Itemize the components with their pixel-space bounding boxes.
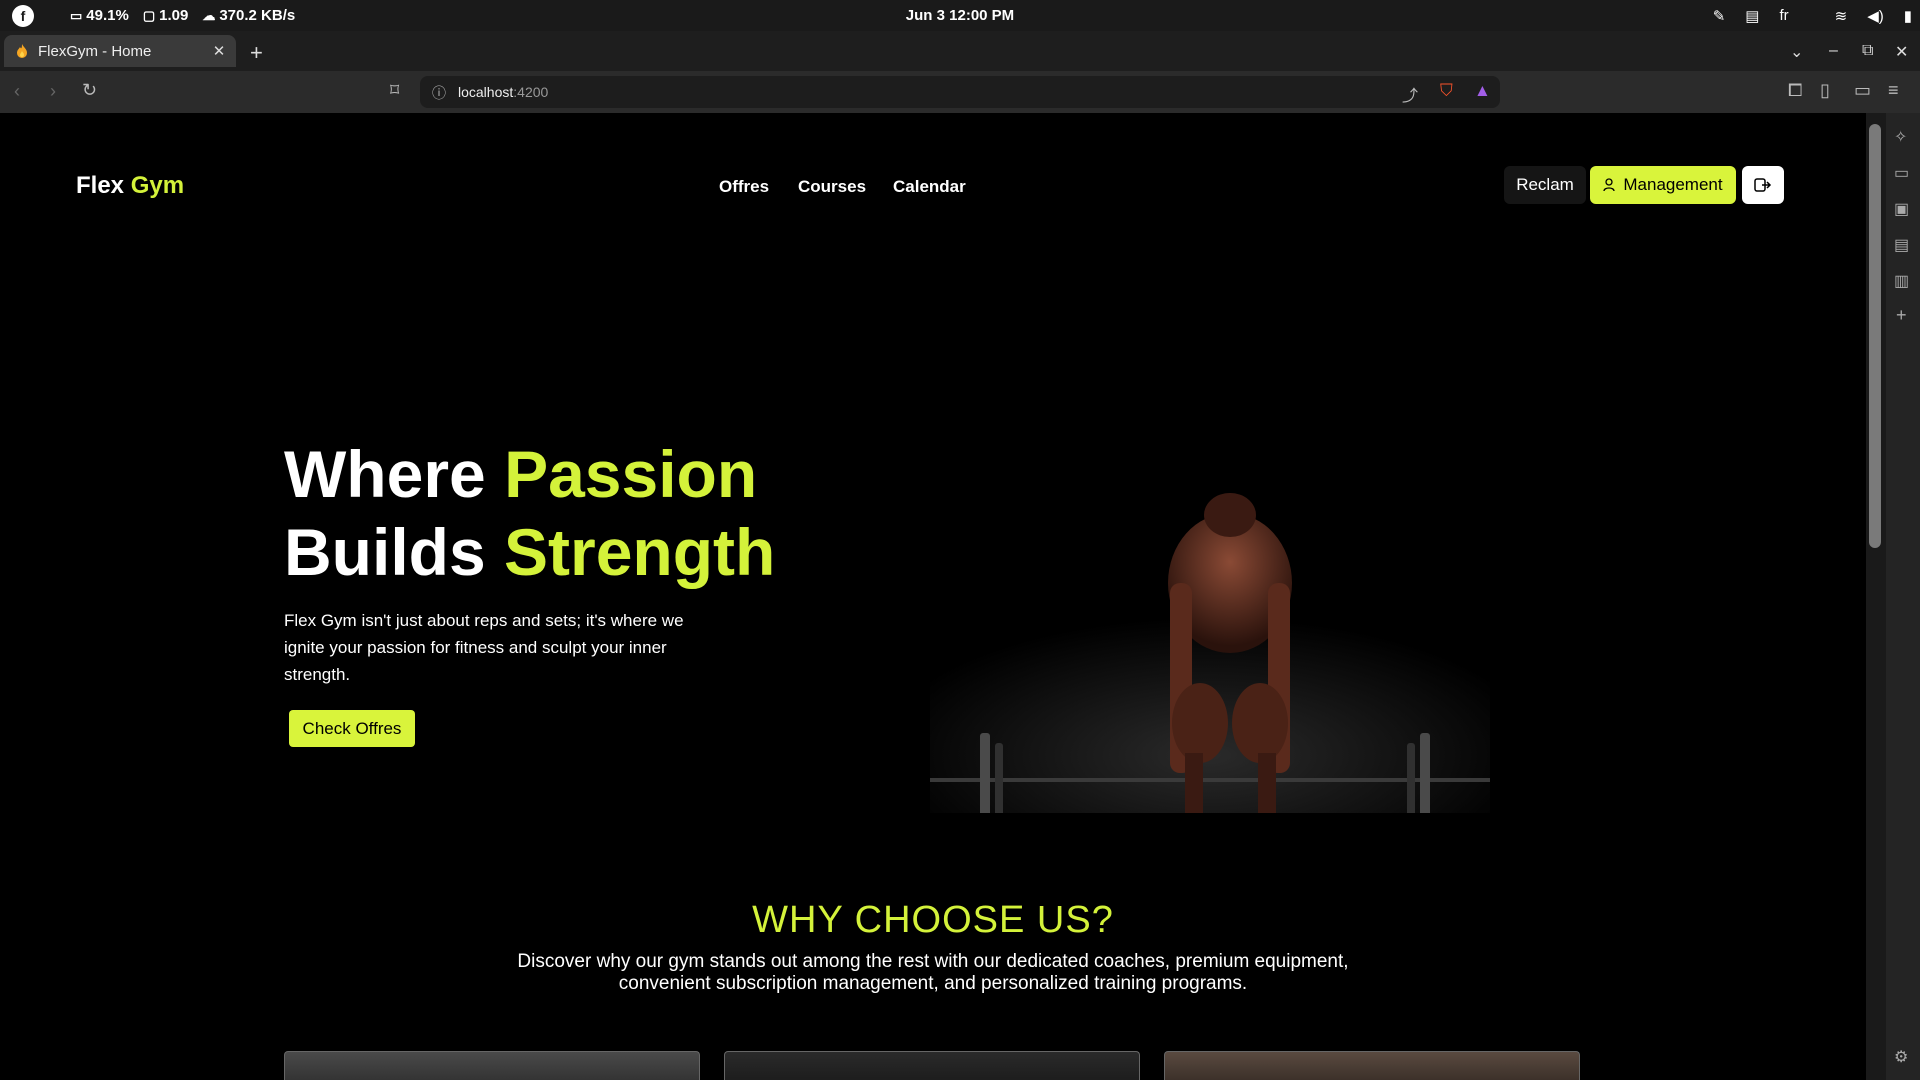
network-value: 370.2 KB/s: [219, 7, 296, 24]
bookmark-icon[interactable]: ⌑: [390, 80, 399, 101]
clipboard-icon[interactable]: ▤: [1745, 7, 1759, 25]
battery-icon: ▭: [70, 7, 83, 23]
address-bar[interactable]: ⓘ localhost:4200 ⤴ ⛉ ▲: [420, 76, 1500, 108]
url-host: localhost: [458, 84, 514, 100]
settings-gear-icon[interactable]: ⚙: [1894, 1047, 1908, 1067]
hero-word-builds: Builds: [284, 515, 486, 589]
wallet-icon[interactable]: ▭: [1854, 80, 1871, 101]
browser-tab[interactable]: FlexGym - Home ✕: [4, 35, 236, 67]
flame-icon: [17, 44, 27, 58]
back-icon[interactable]: ‹: [14, 81, 20, 102]
brave-shield-icon[interactable]: ⛉: [1440, 81, 1453, 101]
nav-offres[interactable]: Offres: [719, 177, 769, 197]
menu-icon[interactable]: ≡: [1888, 80, 1899, 101]
feature-card-equipment[interactable]: [724, 1051, 1140, 1080]
new-tab-button[interactable]: +: [250, 40, 263, 66]
hero-title: Where Passion Builds Strength: [284, 435, 775, 591]
brave-rewards-icon[interactable]: ▲: [1474, 81, 1491, 101]
nav-calendar[interactable]: Calendar: [893, 177, 966, 197]
battery-stat: ▭ 49.1%: [70, 7, 129, 24]
hero-word-strength: Strength: [504, 515, 776, 589]
bookmarks-panel-icon[interactable]: ▤: [1894, 235, 1909, 255]
cloud-icon: ☁: [202, 7, 216, 23]
logo-text-gym: Gym: [130, 172, 185, 199]
monitor-icon: ▢: [142, 7, 156, 23]
tab-strip: FlexGym - Home ✕: [0, 31, 1920, 71]
load-stat: ▢ 1.09: [143, 7, 189, 24]
hero-description: Flex Gym isn't just about reps and sets;…: [284, 611, 684, 684]
web-page: Flex Gym Offres Courses Calendar Reclam …: [0, 113, 1866, 1080]
share-icon[interactable]: ⤴: [1402, 82, 1418, 106]
tab-list-icon[interactable]: ⌄: [1790, 42, 1803, 62]
load-value: 1.09: [159, 7, 189, 24]
reading-list-icon[interactable]: ▥: [1894, 271, 1909, 291]
battery-value: 49.1%: [86, 7, 129, 24]
logo-text-flex: Flex: [76, 172, 125, 199]
url-text[interactable]: localhost:4200: [458, 84, 548, 100]
hero-athlete-image: [930, 493, 1490, 813]
management-button[interactable]: Management: [1590, 166, 1736, 204]
os-logo-icon[interactable]: f: [12, 4, 34, 27]
tab-title: FlexGym - Home: [38, 42, 152, 60]
wifi-icon[interactable]: ≋: [1835, 7, 1848, 25]
minimize-icon[interactable]: –: [1829, 42, 1838, 60]
close-window-icon[interactable]: ✕: [1895, 42, 1908, 62]
management-label: Management: [1623, 175, 1723, 194]
network-stat: ☁ 370.2 KB/s: [202, 7, 295, 24]
system-top-bar: f ▭ 49.1% ▢ 1.09 ☁ 370.2 KB/s Jun 3 12:0…: [0, 0, 1920, 31]
sidebar-toggle-icon[interactable]: ▯: [1820, 80, 1830, 101]
hero-word-where: Where: [284, 437, 486, 511]
feature-card-coaches[interactable]: [284, 1051, 700, 1080]
maximize-icon[interactable]: ⧉: [1862, 42, 1873, 60]
hero-word-passion: Passion: [504, 437, 758, 511]
language-indicator[interactable]: fr: [1779, 7, 1788, 24]
logout-icon: [1754, 178, 1772, 192]
forward-icon[interactable]: ›: [50, 81, 56, 102]
check-offres-label: Check Offres: [302, 718, 402, 738]
add-panel-icon[interactable]: +: [1896, 305, 1907, 326]
media-icon[interactable]: ▭: [1894, 163, 1909, 183]
browser-toolbar: ‹ › ↻ ⌑ ⓘ localhost:4200 ⤴ ⛉ ▲ ⧠ ▯ ▭ ≡: [0, 71, 1920, 113]
close-tab-icon[interactable]: ✕: [208, 42, 230, 60]
logout-button[interactable]: [1742, 166, 1784, 204]
feature-card-training[interactable]: [1164, 1051, 1580, 1080]
site-logo[interactable]: Flex Gym: [76, 172, 184, 200]
site-info-icon[interactable]: ⓘ: [432, 83, 446, 103]
wallet-panel-icon[interactable]: ▣: [1894, 199, 1909, 219]
user-icon: [1603, 178, 1616, 192]
reclam-button[interactable]: Reclam: [1504, 166, 1586, 204]
pen-icon[interactable]: ✎: [1713, 7, 1726, 25]
volume-icon[interactable]: ◀): [1867, 7, 1884, 25]
reclam-label: Reclam: [1516, 175, 1574, 194]
scrollbar-thumb[interactable]: [1869, 124, 1881, 548]
url-port: :4200: [513, 84, 549, 100]
why-choose-us-title: WHY CHOOSE US?: [752, 899, 1114, 941]
why-choose-us-subtitle: Discover why our gym stands out among th…: [517, 951, 1349, 994]
extensions-icon[interactable]: ⧠: [1788, 80, 1802, 101]
reload-icon[interactable]: ↻: [82, 80, 97, 101]
nav-courses[interactable]: Courses: [798, 177, 866, 197]
check-offres-button[interactable]: Check Offres: [289, 710, 415, 747]
battery-tray-icon[interactable]: ▮: [1904, 7, 1912, 25]
browser-side-panel: ✧ ▭ ▣ ▤ ▥ + ⚙: [1886, 113, 1920, 1080]
leo-ai-icon[interactable]: ✧: [1894, 127, 1907, 147]
